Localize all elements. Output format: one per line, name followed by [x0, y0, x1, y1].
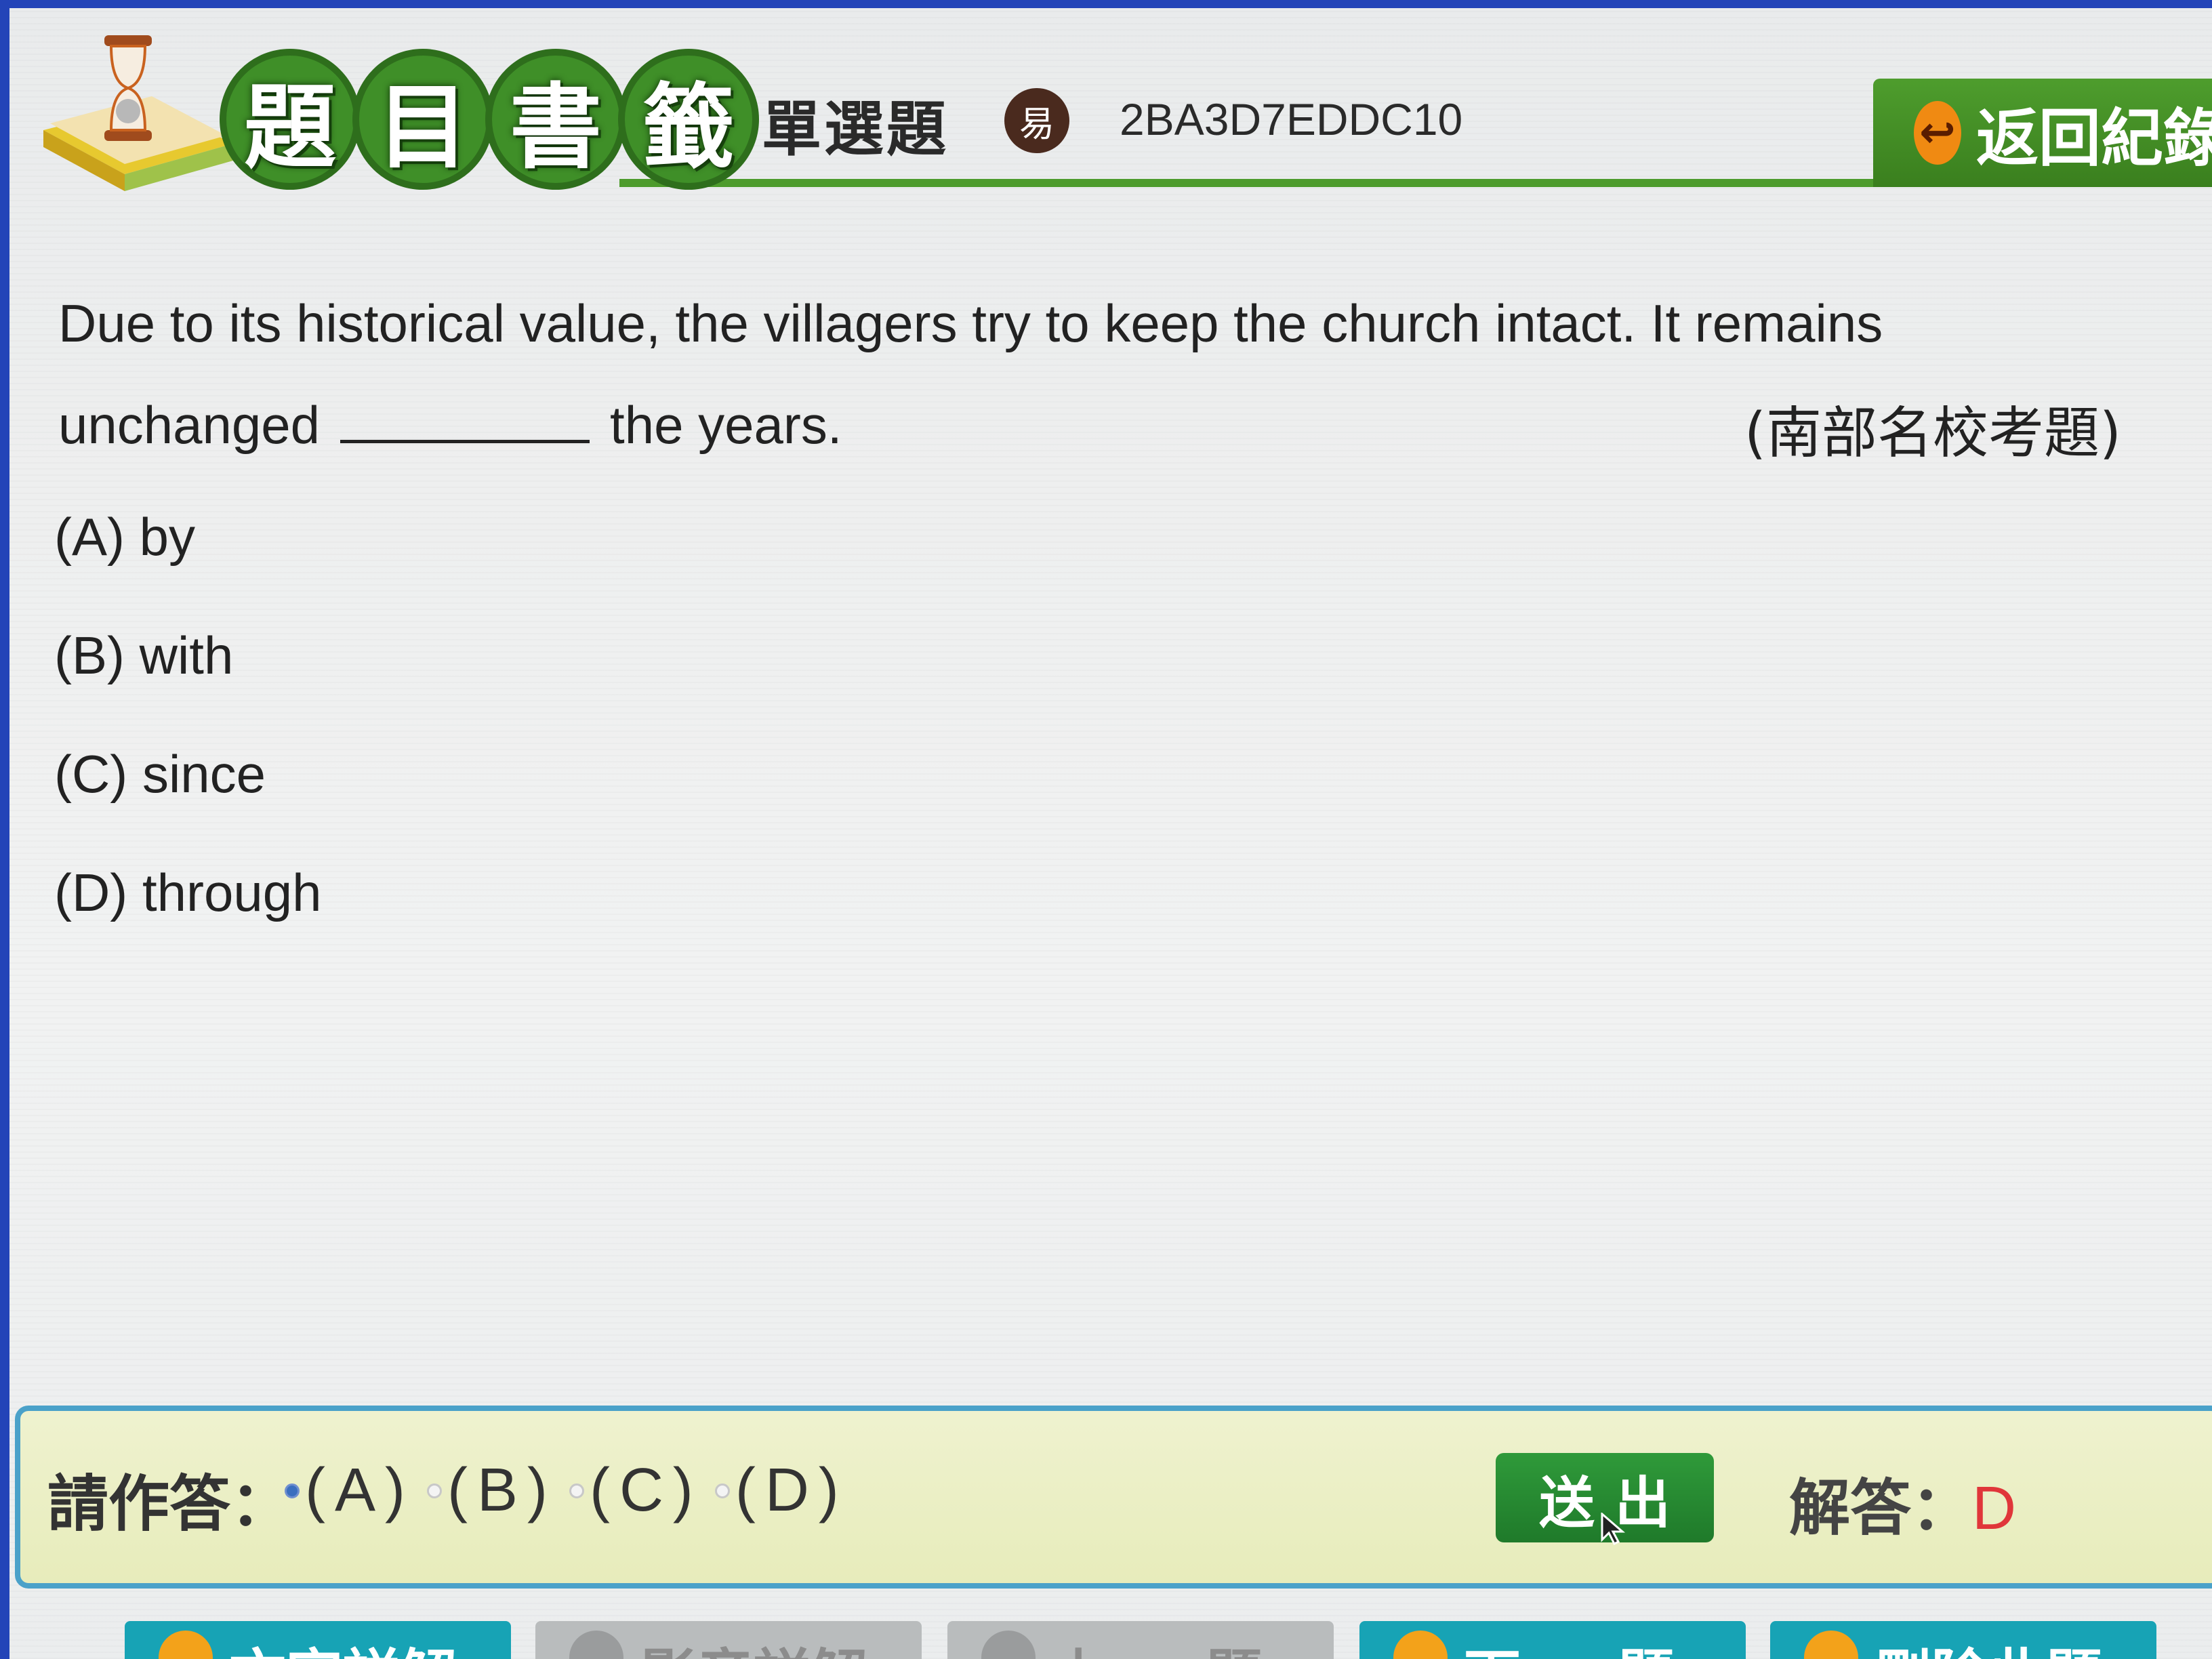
radio-b[interactable] — [426, 1483, 442, 1498]
next-question-label: 下 一 題 — [1464, 1631, 1675, 1659]
previous-question-button[interactable]: 上 一 題 — [947, 1621, 1334, 1659]
delete-question-label: 刪除此題 — [1875, 1631, 2102, 1659]
choice-a[interactable]: (A) — [285, 1456, 415, 1525]
choice-a-label: (A) — [305, 1456, 415, 1524]
option-a: (A) by — [54, 507, 196, 567]
question-line-1: Due to its historical value, the village… — [58, 293, 1883, 353]
next-question-button[interactable]: 下 一 題 — [1359, 1621, 1746, 1659]
back-to-records-button[interactable]: ↩ 返回紀錄 — [1873, 79, 2212, 187]
logo-char: 題 — [220, 49, 361, 190]
text-explanation-icon — [159, 1631, 213, 1659]
logo-char: 籤 — [618, 49, 759, 190]
previous-arrow-icon — [981, 1631, 1036, 1659]
header: 題 目 書 籤 單選題 易 2BA3D7EDDC10 ↩ 返回紀錄 — [9, 8, 2212, 211]
answer-bar: 請作答： (A) (B) (C) (D) 送出 解答：D — [15, 1406, 2212, 1589]
previous-question-label: 上 一 題 — [1052, 1631, 1263, 1659]
answer-prompt: 請作答： — [47, 1469, 291, 1540]
choice-b[interactable]: (B) — [426, 1456, 557, 1525]
logo-title: 題 目 書 籤 — [220, 49, 759, 198]
delete-icon — [1804, 1631, 1858, 1659]
video-explanation-icon — [569, 1631, 623, 1659]
video-explanation-label: 影音詳解 — [640, 1631, 867, 1659]
back-button-label: 返回紀錄 — [1975, 102, 2212, 175]
question-line-2-after: the years. — [610, 395, 842, 455]
logo-char: 書 — [485, 49, 626, 190]
next-arrow-icon — [1393, 1631, 1448, 1659]
question-source: (南部名校考題) — [1744, 401, 2121, 466]
choice-d-label: (D) — [735, 1456, 848, 1524]
solution-label: 解答： — [1789, 1473, 1972, 1544]
question-code: 2BA3D7EDDC10 — [1120, 94, 1463, 144]
choice-d[interactable]: (D) — [714, 1456, 848, 1525]
difficulty-badge: 易 — [1004, 88, 1069, 153]
radio-c[interactable] — [569, 1483, 584, 1498]
choice-c-label: (C) — [589, 1456, 703, 1524]
radio-d[interactable] — [714, 1483, 730, 1498]
option-list: (A) by (B) with (C) since (D) through — [54, 496, 322, 970]
app-screen: 題 目 書 籤 單選題 易 2BA3D7EDDC10 ↩ 返回紀錄 Due to… — [9, 8, 2212, 1659]
option-c: (C) since — [54, 744, 266, 804]
choice-b-label: (B) — [447, 1456, 557, 1524]
question-type-label: 單選題 — [762, 94, 949, 164]
mouse-cursor-icon — [1601, 1513, 1626, 1546]
hourglass-book-icon — [43, 35, 233, 191]
logo-char: 目 — [352, 49, 493, 190]
option-b: (B) with — [54, 626, 234, 685]
choice-c[interactable]: (C) — [569, 1456, 703, 1525]
delete-question-button[interactable]: 刪除此題 — [1770, 1621, 2156, 1659]
solution-value: D — [1972, 1475, 2016, 1542]
text-explanation-button[interactable]: 文字詳解 — [125, 1621, 511, 1659]
question-line-2-before: unchanged — [58, 395, 321, 455]
bottom-toolbar: 文字詳解 影音詳解 上 一 題 下 一 題 刪除此題 — [9, 1621, 2212, 1659]
option-d: (D) through — [54, 863, 322, 922]
text-explanation-label: 文字詳解 — [229, 1631, 457, 1659]
video-explanation-button[interactable]: 影音詳解 — [535, 1621, 922, 1659]
return-arrow-icon: ↩ — [1914, 101, 1961, 165]
radio-a[interactable] — [285, 1483, 300, 1498]
answer-blank — [340, 399, 590, 443]
answer-choices: (A) (B) (C) (D) — [285, 1456, 861, 1525]
solution: 解答：D — [1789, 1458, 2016, 1547]
